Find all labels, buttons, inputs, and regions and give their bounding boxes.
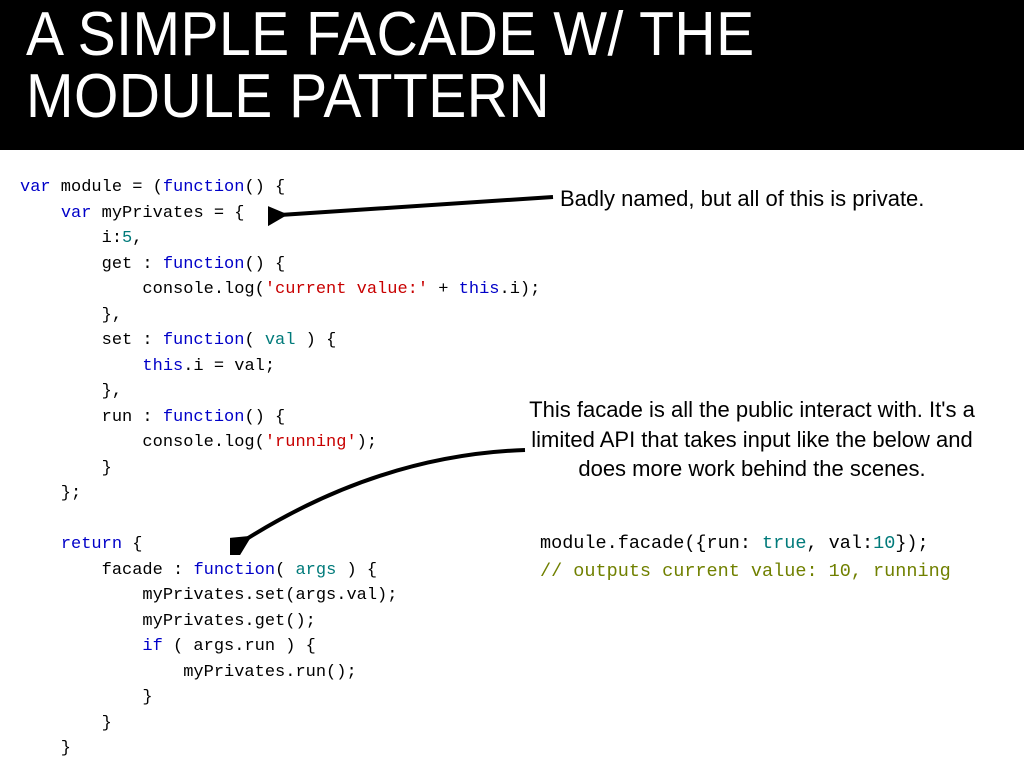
arrow-icon xyxy=(230,445,530,555)
usage-block: module.facade({run: true, val:10}); // o… xyxy=(540,530,951,586)
slide: { "title": "A SIMPLE FACADE W/ THE MODUL… xyxy=(0,0,1024,768)
title-bar: A SIMPLE FACADE W/ THE MODULE PATTERN xyxy=(0,0,1024,150)
callout-private: Badly named, but all of this is private. xyxy=(560,184,924,214)
callout-facade: This facade is all the public interact w… xyxy=(517,395,987,484)
slide-title: A SIMPLE FACADE W/ THE MODULE PATTERN xyxy=(26,4,920,128)
arrow-icon xyxy=(268,190,558,230)
